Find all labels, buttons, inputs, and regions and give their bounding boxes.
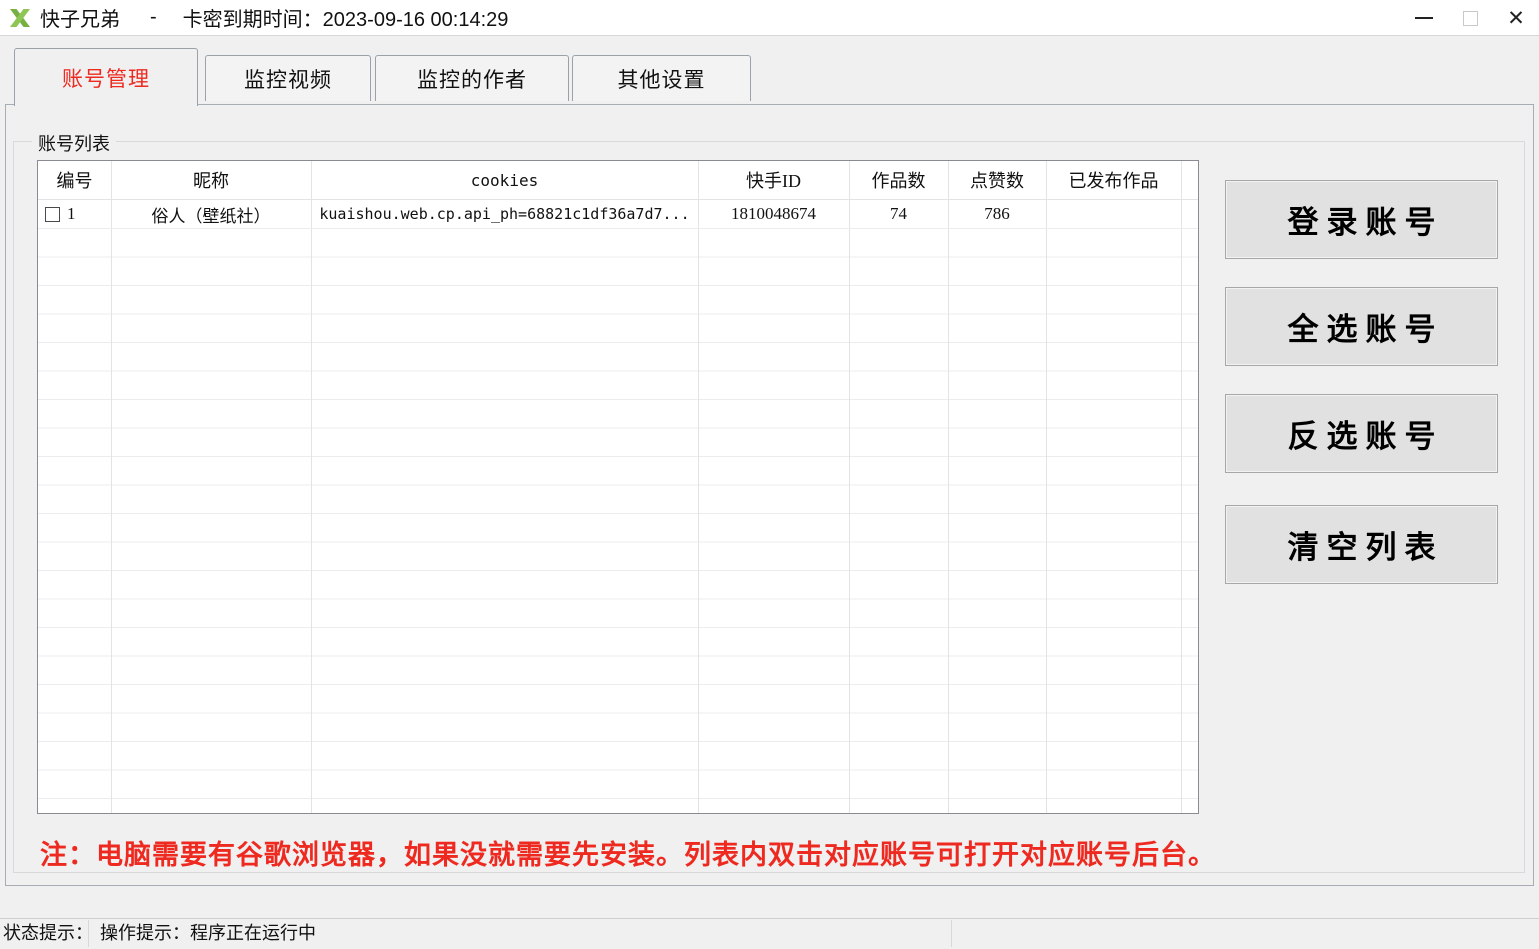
- column-divider: [311, 161, 312, 813]
- empty-rows-area: [38, 229, 1198, 813]
- app-title: 快子兄弟: [40, 3, 120, 32]
- chrome-required-note: 注：电脑需要有谷歌浏览器，如果没就需要先安装。列表内双击对应账号可打开对应账号后…: [40, 833, 1340, 872]
- login-account-button[interactable]: 登录账号: [1225, 180, 1498, 259]
- statusbar: 状态提示： 操作提示：程序正在运行中: [0, 918, 1539, 948]
- header-published: 已发布作品: [1046, 167, 1181, 193]
- table-header-row: 编号 昵称 cookies 快手ID 作品数 点赞数 已发布作品: [38, 161, 1198, 200]
- header-likes-count: 点赞数: [948, 167, 1046, 193]
- column-divider: [849, 161, 850, 813]
- tab-monitored-authors[interactable]: 监控的作者: [375, 55, 569, 101]
- header-nickname: 昵称: [111, 167, 311, 193]
- column-divider: [1181, 161, 1182, 813]
- column-divider: [111, 161, 112, 813]
- close-icon: ✕: [1507, 8, 1525, 29]
- header-works-count: 作品数: [849, 167, 948, 193]
- tab-other-settings[interactable]: 其他设置: [572, 55, 751, 101]
- cell-cookies: kuaishou.web.cp.api_ph=68821c1df36a7d7..…: [311, 205, 698, 223]
- account-list-label: 账号列表: [32, 130, 116, 156]
- column-divider: [948, 161, 949, 813]
- window-controls: ✕: [1401, 0, 1539, 36]
- table-row[interactable]: 1 俗人（壁纸社） kuaishou.web.cp.api_ph=68821c1…: [38, 200, 1198, 229]
- account-table[interactable]: 编号 昵称 cookies 快手ID 作品数 点赞数 已发布作品 1 俗人（壁纸…: [37, 160, 1199, 814]
- app-logo-icon: [8, 6, 32, 30]
- maximize-icon: [1463, 11, 1478, 26]
- header-cookies: cookies: [311, 171, 698, 190]
- header-number: 编号: [38, 167, 111, 193]
- tab-account-management[interactable]: 账号管理: [14, 48, 198, 106]
- cell-number: 1: [38, 204, 111, 224]
- card-expiry-time: 卡密到期时间：2023-09-16 00:14:29: [183, 3, 509, 32]
- cell-likes-count: 786: [948, 204, 1046, 224]
- minimize-icon: [1415, 17, 1433, 19]
- clear-list-button[interactable]: 清空列表: [1225, 505, 1498, 584]
- column-divider: [1046, 161, 1047, 813]
- header-kuaishou-id: 快手ID: [698, 167, 849, 193]
- maximize-button: [1447, 0, 1493, 36]
- cell-works-count: 74: [849, 204, 948, 224]
- titlebar: 快子兄弟 - 卡密到期时间：2023-09-16 00:14:29 ✕: [0, 0, 1539, 36]
- select-all-button[interactable]: 全选账号: [1225, 287, 1498, 366]
- row-checkbox[interactable]: [45, 207, 60, 222]
- invert-select-button[interactable]: 反选账号: [1225, 394, 1498, 473]
- close-button[interactable]: ✕: [1493, 0, 1539, 36]
- status-label: 状态提示：: [3, 919, 93, 949]
- row-number: 1: [67, 204, 76, 224]
- status-divider: [951, 920, 952, 947]
- status-divider: [88, 920, 89, 947]
- cell-nickname: 俗人（壁纸社）: [111, 202, 311, 227]
- cell-kuaishou-id: 1810048674: [698, 204, 849, 224]
- title-dash: -: [150, 6, 157, 29]
- tab-monitor-videos[interactable]: 监控视频: [205, 55, 371, 101]
- minimize-button[interactable]: [1401, 0, 1447, 36]
- column-divider: [698, 161, 699, 813]
- operation-status: 操作提示：程序正在运行中: [100, 919, 316, 949]
